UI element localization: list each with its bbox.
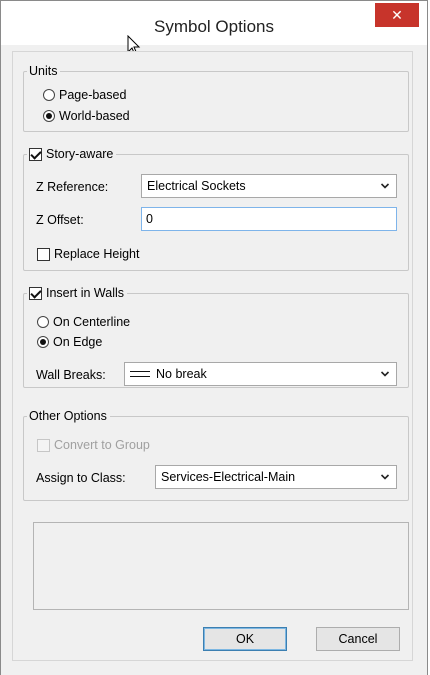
replace-height-option[interactable]: Replace Height	[37, 247, 139, 261]
assign-to-class-value: Services-Electrical-Main	[161, 470, 296, 484]
dialog-title: Symbol Options	[154, 17, 274, 36]
symbol-options-dialog: Symbol Options ✕ Units Page-based World-…	[0, 0, 428, 675]
assign-to-class-dropdown[interactable]: Services-Electrical-Main	[155, 465, 397, 489]
convert-to-group-option[interactable]: Convert to Group	[37, 438, 150, 452]
replace-height-checkbox[interactable]	[37, 247, 50, 261]
dialog-body: Units Page-based World-based Story-aware…	[12, 51, 413, 661]
on-edge-radio-icon[interactable]	[37, 336, 49, 348]
story-aware-legend[interactable]: Story-aware	[27, 147, 116, 161]
z-reference-value: Electrical Sockets	[147, 179, 246, 193]
radio-on-centerline[interactable]: On Centerline	[37, 315, 130, 329]
title-bar[interactable]: Symbol Options ✕	[1, 1, 427, 45]
on-edge-label: On Edge	[53, 335, 103, 349]
wall-breaks-dropdown[interactable]: No break	[124, 362, 397, 386]
story-aware-checkbox[interactable]	[29, 147, 42, 161]
world-based-radio-icon[interactable]	[43, 110, 55, 122]
ok-button[interactable]: OK	[203, 627, 287, 651]
convert-to-group-label: Convert to Group	[54, 438, 150, 452]
on-centerline-radio-icon[interactable]	[37, 316, 49, 328]
page-based-radio-icon[interactable]	[43, 89, 55, 101]
z-reference-dropdown[interactable]: Electrical Sockets	[141, 174, 397, 198]
radio-page-based[interactable]: Page-based	[43, 88, 126, 102]
wall-breaks-value: No break	[156, 367, 207, 381]
radio-world-based[interactable]: World-based	[43, 109, 130, 123]
convert-to-group-checkbox[interactable]	[37, 438, 50, 452]
z-offset-input[interactable]: 0	[141, 207, 397, 231]
units-legend: Units	[29, 64, 58, 78]
assign-to-class-label: Assign to Class:	[36, 471, 126, 485]
other-options-legend: Other Options	[29, 409, 107, 423]
insert-in-walls-checkbox[interactable]	[29, 286, 42, 300]
page-based-label: Page-based	[59, 88, 127, 102]
chevron-down-icon	[380, 371, 390, 377]
close-button[interactable]: ✕	[375, 3, 419, 27]
replace-height-label: Replace Height	[54, 247, 140, 261]
wall-breaks-label: Wall Breaks:	[36, 368, 106, 382]
insert-in-walls-label: Insert in Walls	[46, 286, 125, 300]
story-aware-label: Story-aware	[46, 147, 114, 161]
world-based-label: World-based	[59, 109, 130, 123]
double-line-icon	[130, 371, 150, 377]
cancel-button[interactable]: Cancel	[316, 627, 400, 651]
insert-in-walls-legend[interactable]: Insert in Walls	[27, 286, 127, 300]
z-reference-label: Z Reference:	[36, 180, 109, 194]
on-centerline-label: On Centerline	[53, 315, 131, 329]
symbol-preview-area	[33, 522, 409, 610]
z-offset-label: Z Offset:	[36, 213, 84, 227]
radio-on-edge[interactable]: On Edge	[37, 335, 102, 349]
z-offset-value: 0	[146, 212, 153, 226]
chevron-down-icon	[380, 183, 390, 189]
chevron-down-icon	[380, 474, 390, 480]
